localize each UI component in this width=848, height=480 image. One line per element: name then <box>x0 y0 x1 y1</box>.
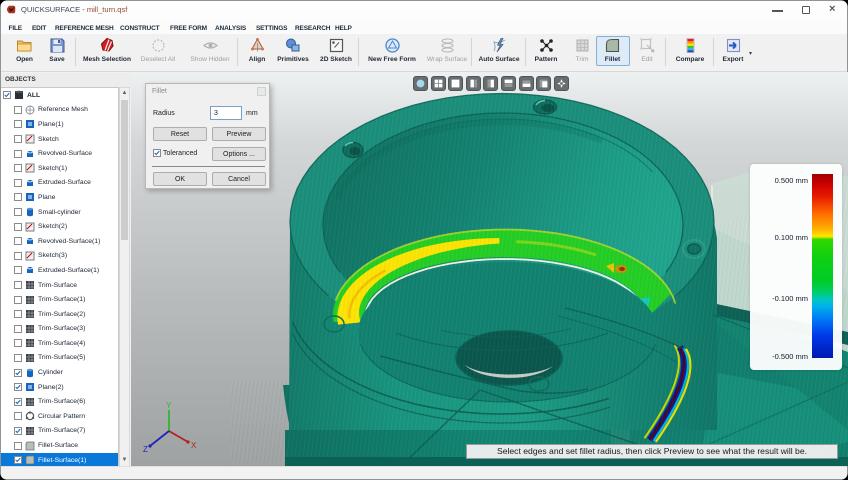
svg-text:X: X <box>191 441 197 450</box>
svg-text:Z: Z <box>143 445 148 454</box>
svg-text:Y: Y <box>166 401 172 410</box>
